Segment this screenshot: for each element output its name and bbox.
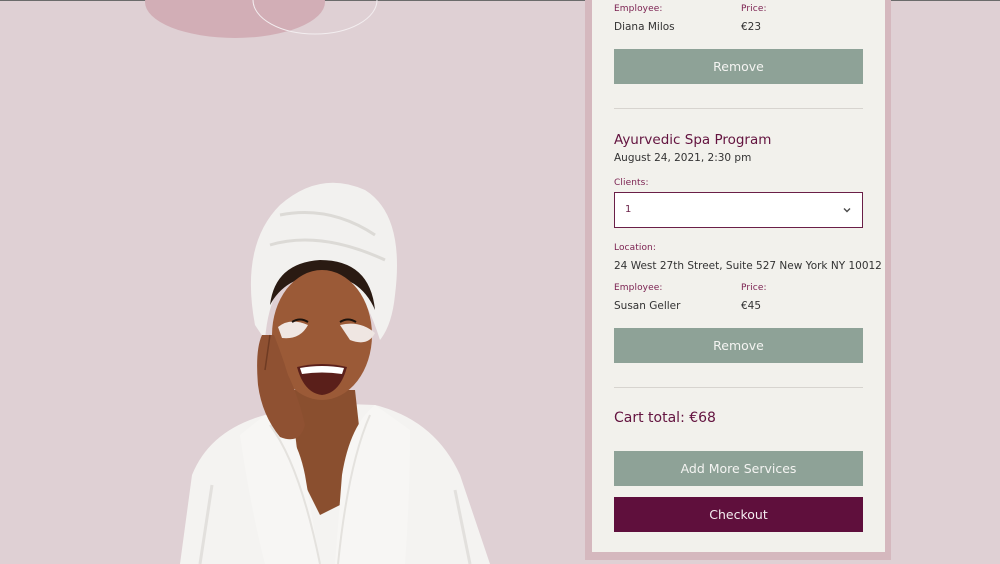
- item-price: €23: [741, 21, 762, 33]
- location-address: 24 West 27th Street, Suite 527 New York …: [614, 260, 882, 272]
- location-label: Location:: [614, 243, 656, 253]
- clients-select-value: 1: [625, 204, 632, 215]
- divider: [614, 108, 863, 109]
- service-datetime: August 24, 2021, 2:30 pm: [614, 152, 752, 164]
- employee-name: Diana Milos: [614, 21, 675, 33]
- item-price: €45: [741, 300, 762, 312]
- chevron-down-icon: [843, 208, 851, 213]
- clients-label: Clients:: [614, 178, 649, 188]
- clients-select[interactable]: 1: [614, 192, 863, 228]
- decorative-shapes: [145, 0, 378, 38]
- cart-total: Cart total: €68: [614, 410, 716, 426]
- remove-button[interactable]: Remove: [614, 328, 863, 363]
- price-label: Price:: [741, 4, 767, 14]
- woman-in-bathrobe-image: [180, 182, 490, 564]
- service-title: Ayurvedic Spa Program: [614, 132, 772, 148]
- divider: [614, 387, 863, 388]
- employee-name: Susan Geller: [614, 300, 681, 312]
- price-label: Price:: [741, 283, 767, 293]
- add-more-services-button[interactable]: Add More Services: [614, 451, 863, 486]
- employee-label: Employee:: [614, 4, 663, 14]
- checkout-button[interactable]: Checkout: [614, 497, 863, 532]
- employee-label: Employee:: [614, 283, 663, 293]
- remove-button[interactable]: Remove: [614, 49, 863, 84]
